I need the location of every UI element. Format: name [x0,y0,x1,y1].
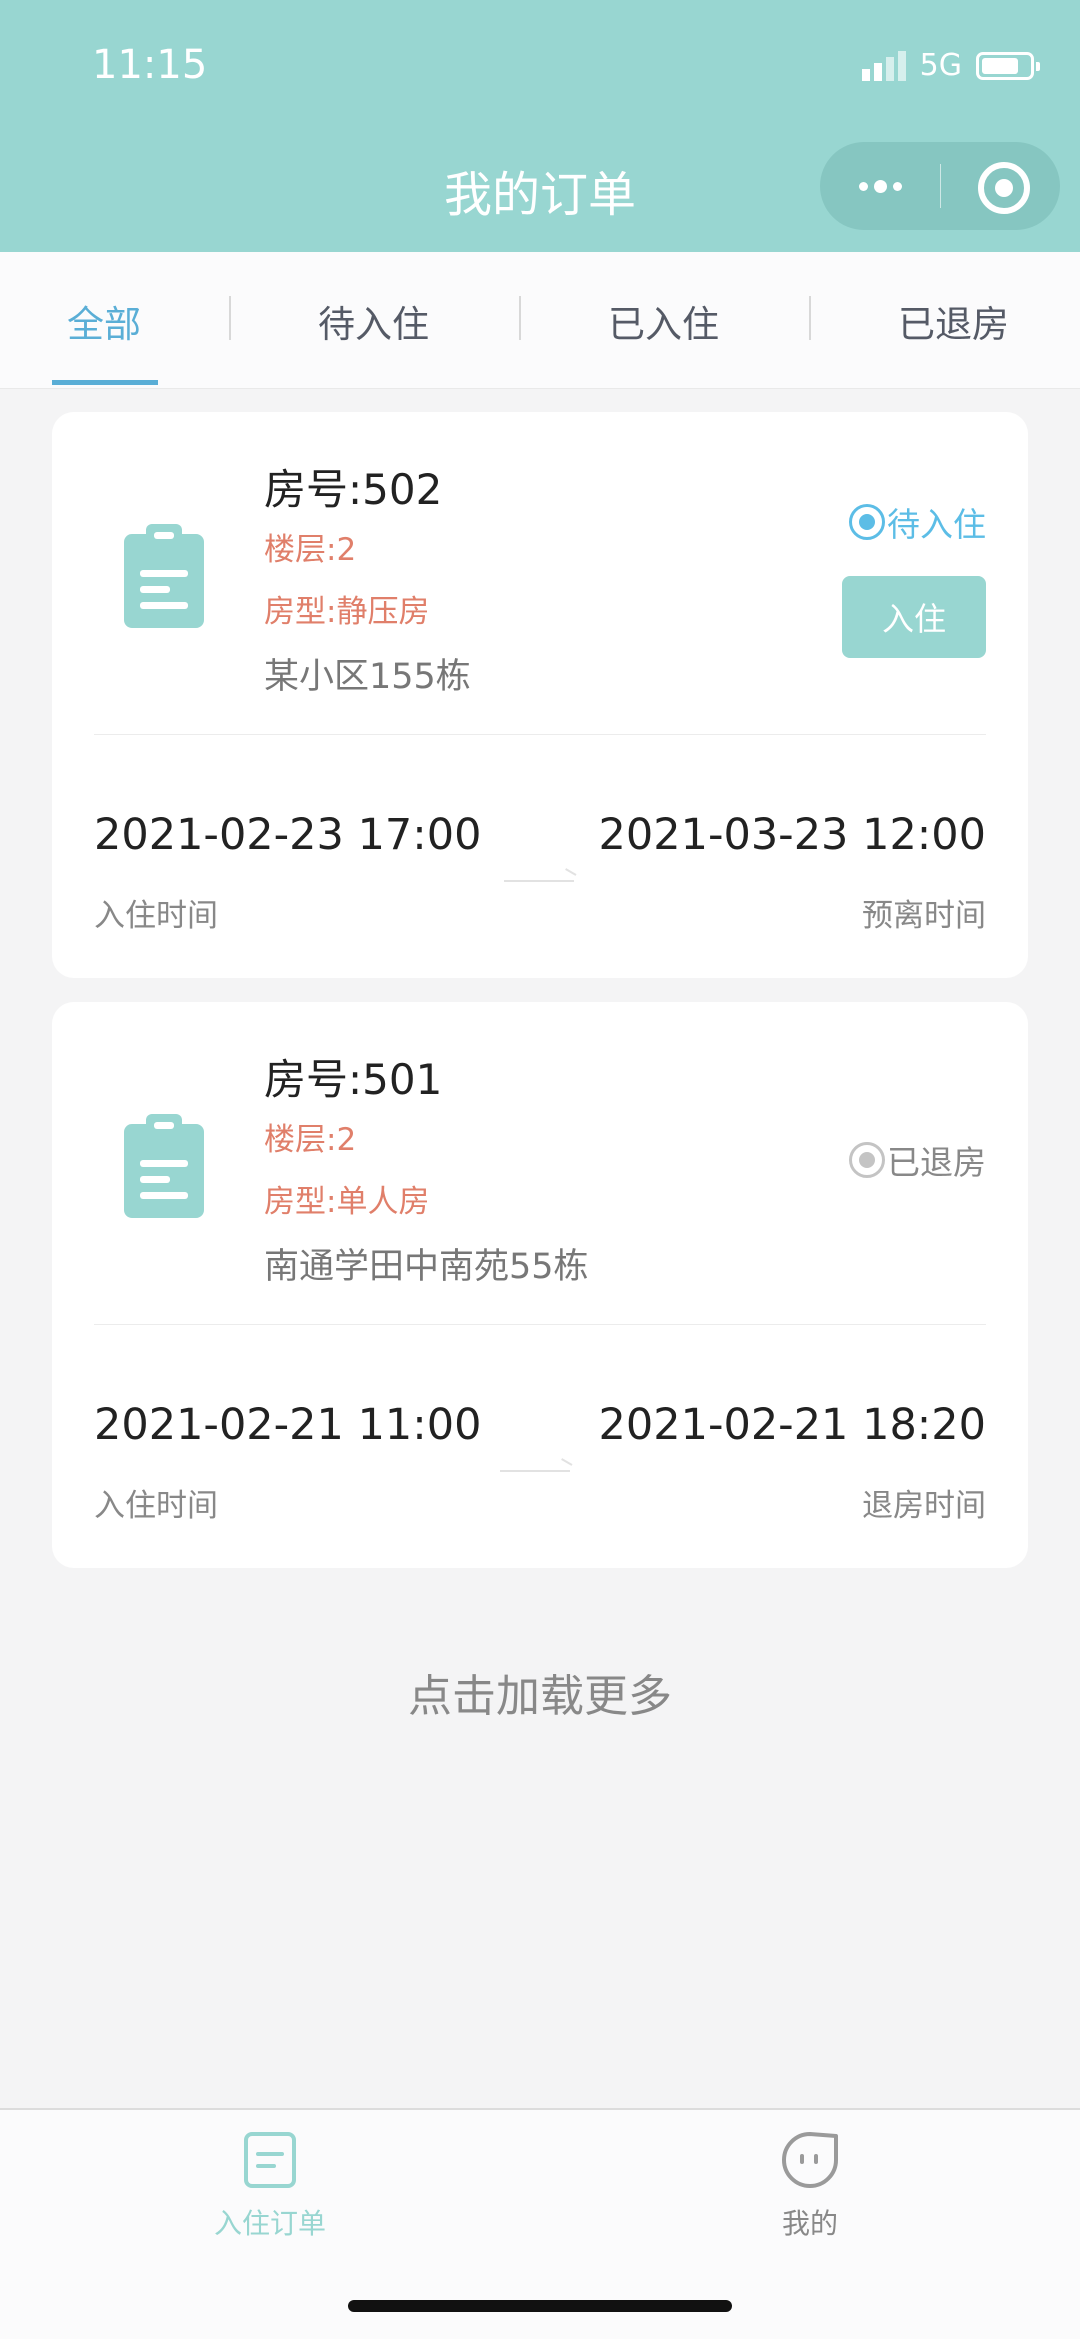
order-status: 待入住 [849,498,986,546]
tabbar-label: 入住订单 [213,2207,326,2240]
home-indicator [348,2300,732,2312]
network-type: 5G [919,48,962,83]
tab-separator [519,296,521,340]
checkin-time-label: 入住时间 [94,1488,218,1524]
order-card[interactable]: 房号:502 楼层:2 房型:静压房 某小区155栋 待入住 入住 2021-0… [52,412,1028,978]
order-tabs: 全部 待入住 已入住 已退房 [0,252,1080,389]
room-floor: 楼层:2 [264,1122,357,1158]
status-radio-icon [849,504,885,540]
load-more-button[interactable]: 点击加载更多 [0,1660,1080,1724]
checkout-time: 2021-03-23 12:00 [598,810,986,860]
capsule-divider [940,164,941,208]
battery-icon [976,51,1040,80]
checkout-time-label: 退房时间 [862,1488,986,1524]
room-type: 房型:静压房 [264,594,430,630]
tab-pending-checkin[interactable]: 待入住 [318,294,429,348]
active-tab-indicator [52,380,158,385]
checkin-time: 2021-02-21 11:00 [94,1400,482,1450]
arrow-right-icon [500,1458,573,1474]
status-label: 已退房 [887,1143,986,1182]
card-divider [94,1324,986,1325]
clipboard-icon [124,524,204,628]
signal-icon [861,50,906,81]
checkout-time-label: 预离时间 [862,898,986,934]
tabbar-item-orders[interactable]: 入住订单 [170,2130,370,2242]
room-number: 房号:502 [264,465,443,514]
document-icon [244,2132,296,2188]
checkin-time: 2021-02-23 17:00 [94,810,482,860]
order-card[interactable]: 房号:501 楼层:2 房型:单人房 南通学田中南苑55栋 已退房 2021-0… [52,1002,1028,1568]
checkout-time: 2021-02-21 18:20 [598,1400,986,1450]
room-number: 房号:501 [264,1055,443,1104]
clipboard-icon [124,1114,204,1218]
mini-program-capsule [820,142,1060,230]
app-header: 11:15 5G 我的订单 [0,0,1080,252]
checkin-time-label: 入住时间 [94,898,218,934]
checkin-button[interactable]: 入住 [842,576,986,658]
room-floor: 楼层:2 [264,532,357,568]
arrow-right-icon [504,868,577,884]
room-type: 房型:单人房 [264,1184,430,1220]
tabbar-item-profile[interactable]: 我的 [710,2130,910,2242]
status-label: 待入住 [887,505,986,544]
status-icons: 5G [861,48,1040,83]
tab-separator [809,296,811,340]
status-radio-icon [849,1142,885,1178]
close-target-icon[interactable] [978,162,1030,214]
more-icon[interactable] [820,142,940,230]
order-status: 已退房 [849,1136,986,1184]
tab-separator [229,296,231,340]
card-divider [94,734,986,735]
status-time: 11:15 [92,42,208,88]
tab-checked-out[interactable]: 已退房 [898,294,1009,348]
smiley-icon [782,2132,838,2188]
room-address: 南通学田中南苑55栋 [264,1247,589,1287]
tabbar-label: 我的 [781,2207,838,2240]
tab-checked-in[interactable]: 已入住 [608,294,719,348]
tab-all[interactable]: 全部 [67,294,141,348]
room-address: 某小区155栋 [264,657,471,697]
